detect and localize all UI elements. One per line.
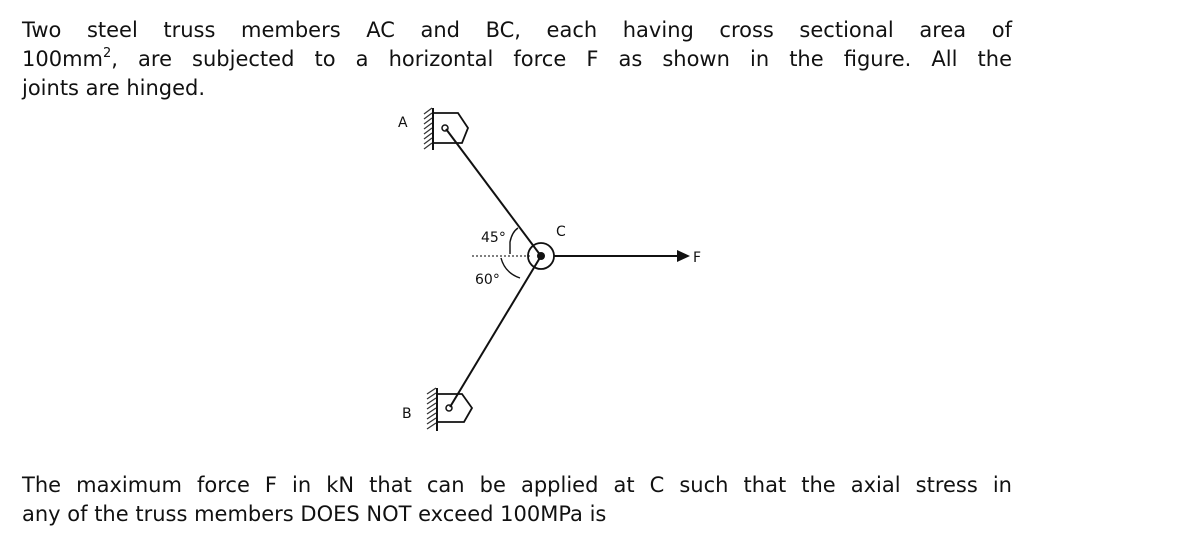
arrowhead-icon xyxy=(677,250,690,262)
question-prompt: The maximum force F in kN that can be ap… xyxy=(22,471,1012,529)
label-f: F xyxy=(693,250,701,266)
truss-figure: A B 45° 60° C F xyxy=(398,107,701,431)
wall-hatch-a xyxy=(423,107,433,150)
wall-hatch-b xyxy=(426,387,437,430)
bracket-a xyxy=(433,112,470,144)
force-f: F xyxy=(554,250,701,266)
label-angle-45: 45° xyxy=(481,230,506,246)
label-c: C xyxy=(556,224,566,240)
angle-arc-45 xyxy=(509,227,519,254)
label-angle-60: 60° xyxy=(475,272,500,288)
support-b: B xyxy=(402,387,474,431)
prompt-line-2: any of the truss members DOES NOT exceed… xyxy=(22,502,607,526)
joint-c-pin xyxy=(537,252,545,260)
label-a: A xyxy=(398,115,408,131)
angle-arc-60 xyxy=(500,257,521,279)
label-b: B xyxy=(402,406,412,422)
prompt-line-1: The maximum force F in kN that can be ap… xyxy=(22,473,1012,497)
